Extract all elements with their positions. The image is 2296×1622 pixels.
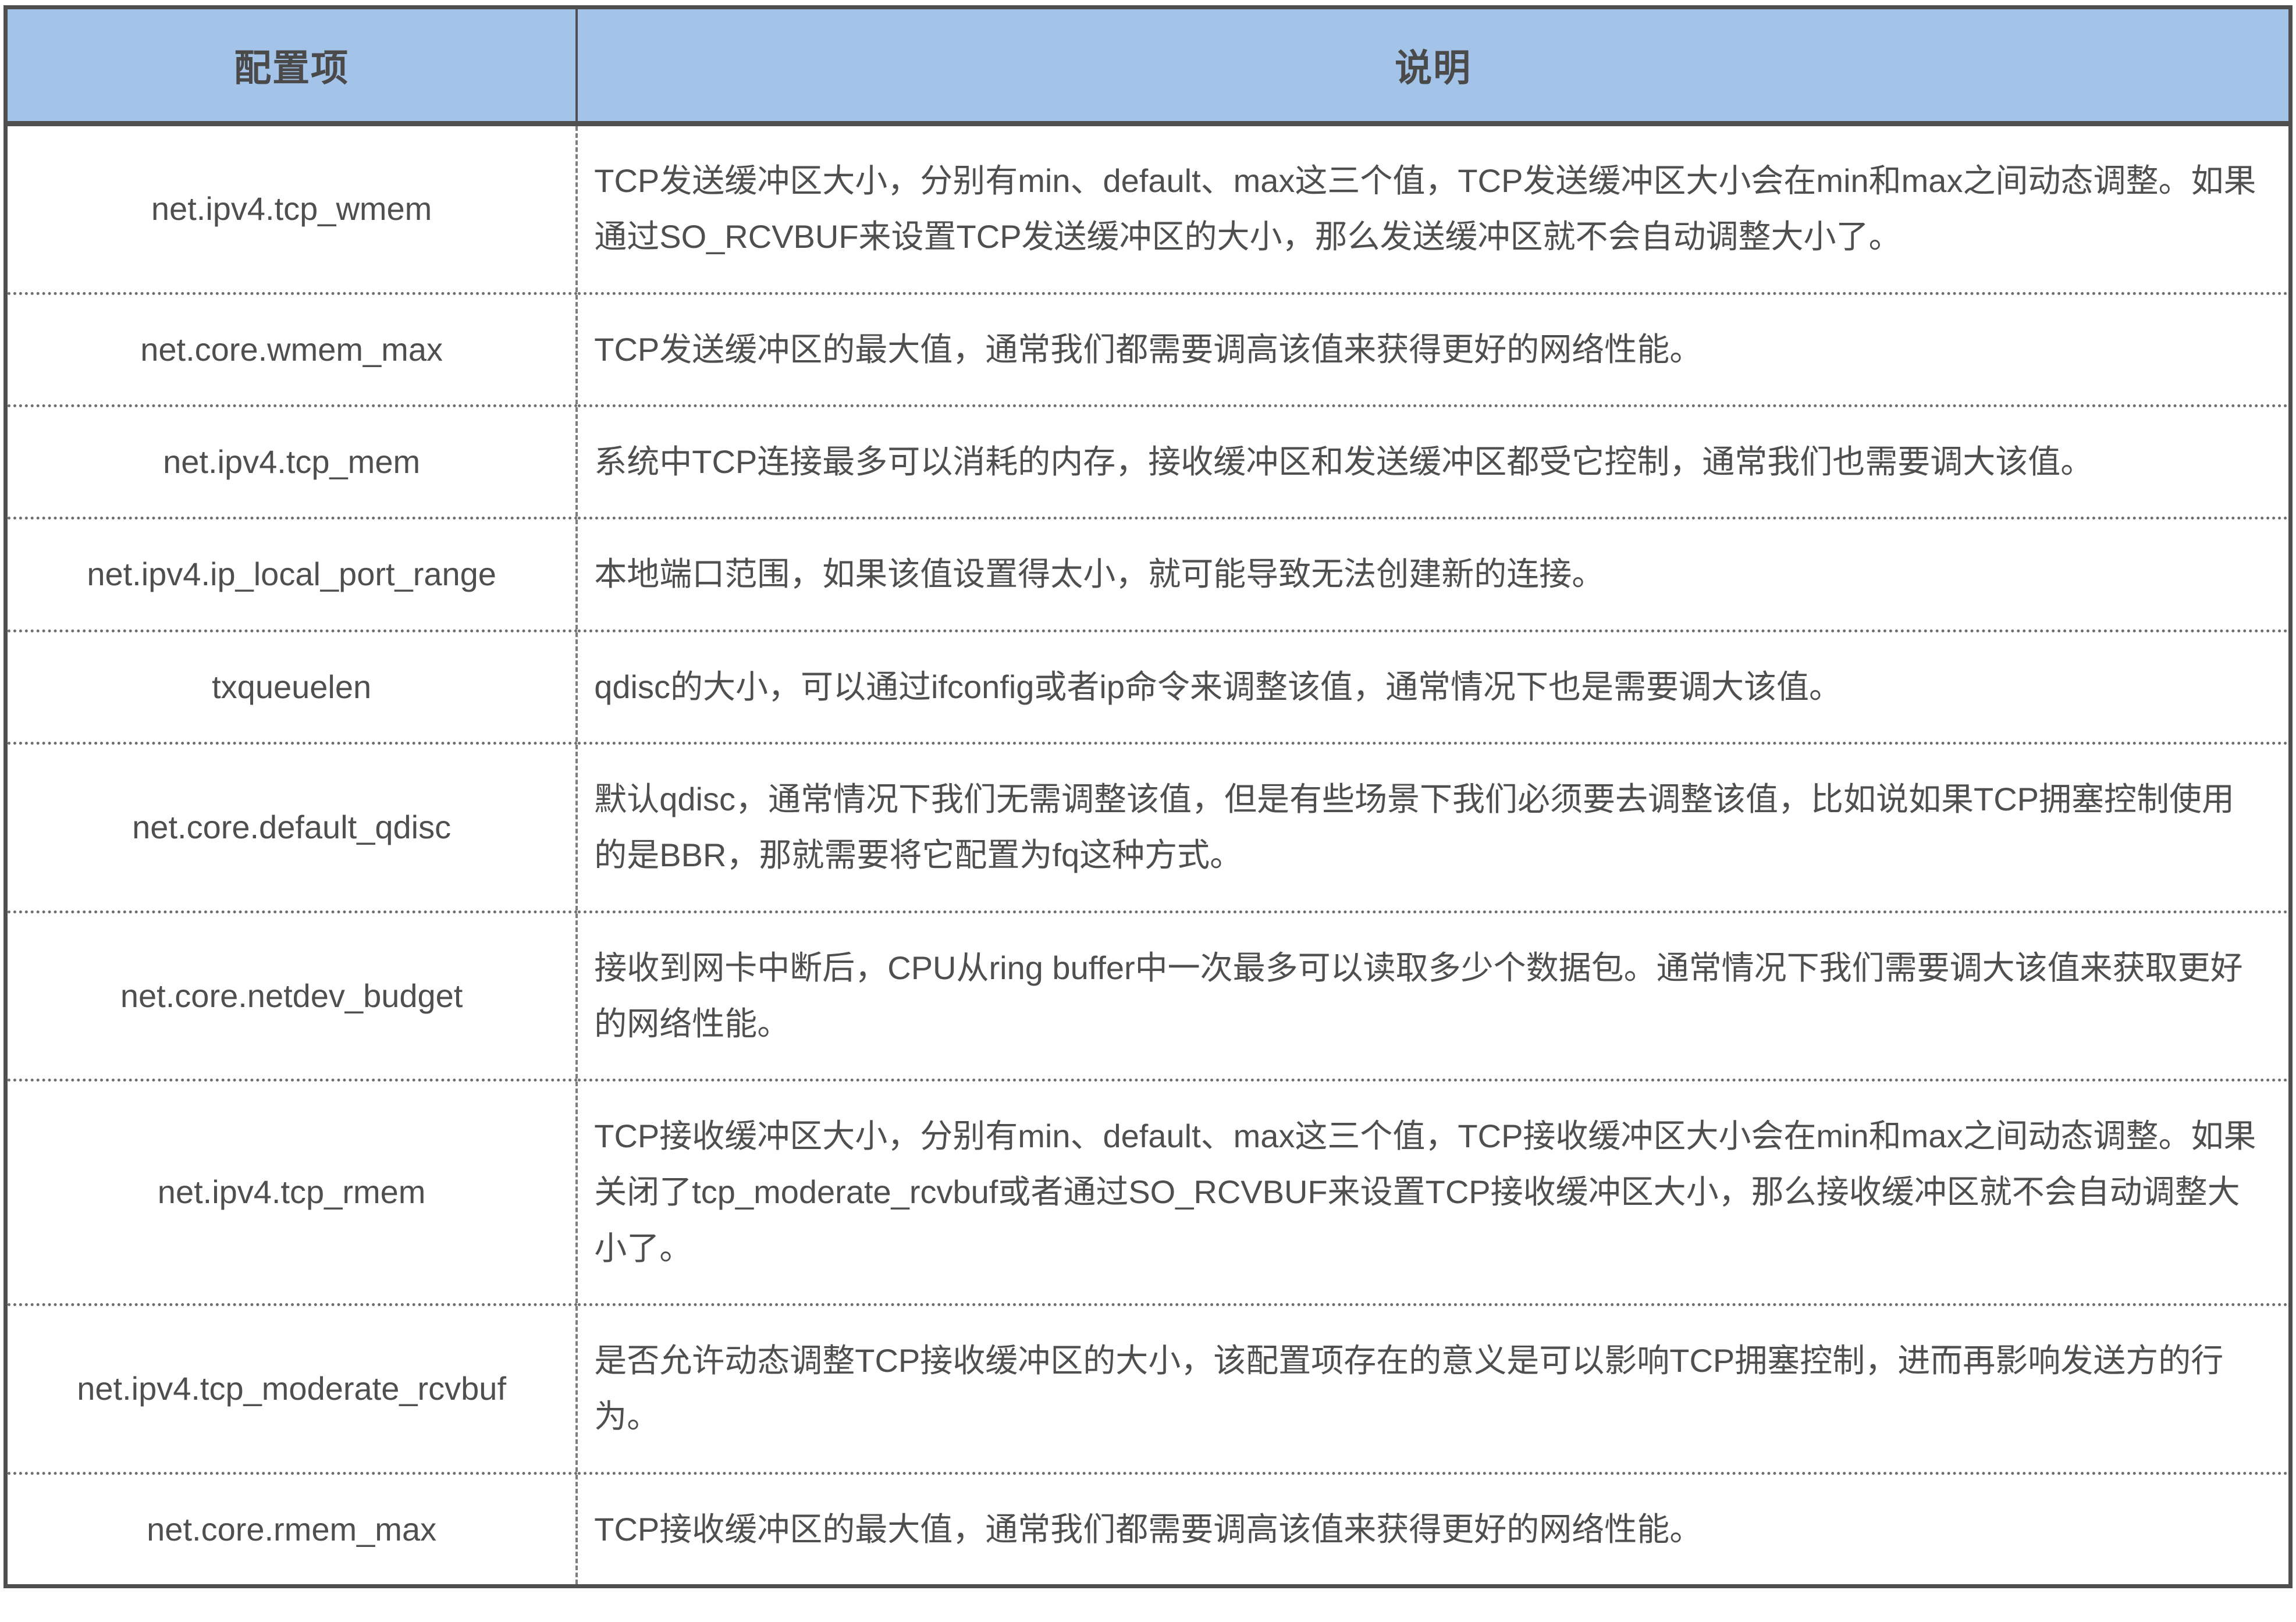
table-row: net.ipv4.tcp_mem 系统中TCP连接最多可以消耗的内存，接收缓冲区… — [6, 406, 2291, 518]
config-item-cell: net.core.default_qdisc — [6, 743, 577, 912]
description-cell: 系统中TCP连接最多可以消耗的内存，接收缓冲区和发送缓冲区都受它控制，通常我们也… — [577, 406, 2290, 518]
table-header: 配置项 说明 — [6, 8, 2291, 124]
description-cell: TCP接收缓冲区大小，分别有min、default、max这三个值，TCP接收缓… — [577, 1080, 2290, 1305]
description-cell: 本地端口范围，如果该值设置得太小，就可能导致无法创建新的连接。 — [577, 518, 2290, 631]
table-row: net.core.rmem_max TCP接收缓冲区的最大值，通常我们都需要调高… — [6, 1473, 2291, 1586]
config-item-cell: net.ipv4.ip_local_port_range — [6, 518, 577, 631]
description-cell: 接收到网卡中断后，CPU从ring buffer中一次最多可以读取多少个数据包。… — [577, 912, 2290, 1080]
column-header-config-item: 配置项 — [6, 8, 577, 124]
config-item-cell: net.ipv4.tcp_wmem — [6, 124, 577, 294]
table-row: txqueuelen qdisc的大小，可以通过ifconfig或者ip命令来调… — [6, 631, 2291, 743]
config-item-cell: txqueuelen — [6, 631, 577, 743]
description-cell: 是否允许动态调整TCP接收缓冲区的大小，该配置项存在的意义是可以影响TCP拥塞控… — [577, 1305, 2290, 1474]
table-row: net.ipv4.tcp_rmem TCP接收缓冲区大小，分别有min、defa… — [6, 1080, 2291, 1305]
config-item-cell: net.core.netdev_budget — [6, 912, 577, 1080]
description-cell: 默认qdisc，通常情况下我们无需调整该值，但是有些场景下我们必须要去调整该值，… — [577, 743, 2290, 912]
config-item-cell: net.core.rmem_max — [6, 1473, 577, 1586]
config-item-cell: net.ipv4.tcp_rmem — [6, 1080, 577, 1305]
table-row: net.core.default_qdisc 默认qdisc，通常情况下我们无需… — [6, 743, 2291, 912]
column-header-description: 说明 — [577, 8, 2290, 124]
table-row: net.ipv4.tcp_wmem TCP发送缓冲区大小，分别有min、defa… — [6, 124, 2291, 294]
table-row: net.ipv4.ip_local_port_range 本地端口范围，如果该值… — [6, 518, 2291, 631]
description-cell: TCP接收缓冲区的最大值，通常我们都需要调高该值来获得更好的网络性能。 — [577, 1473, 2290, 1586]
config-item-cell: net.ipv4.tcp_mem — [6, 406, 577, 518]
table-row: net.core.netdev_budget 接收到网卡中断后，CPU从ring… — [6, 912, 2291, 1080]
description-cell: TCP发送缓冲区的最大值，通常我们都需要调高该值来获得更好的网络性能。 — [577, 293, 2290, 406]
table-body: net.ipv4.tcp_wmem TCP发送缓冲区大小，分别有min、defa… — [6, 124, 2291, 1587]
sysctl-config-table: 配置项 说明 net.ipv4.tcp_wmem TCP发送缓冲区大小，分别有m… — [3, 5, 2293, 1588]
description-cell: qdisc的大小，可以通过ifconfig或者ip命令来调整该值，通常情况下也是… — [577, 631, 2290, 743]
config-item-cell: net.core.wmem_max — [6, 293, 577, 406]
config-item-cell: net.ipv4.tcp_moderate_rcvbuf — [6, 1305, 577, 1474]
header-row: 配置项 说明 — [6, 8, 2291, 124]
description-cell: TCP发送缓冲区大小，分别有min、default、max这三个值，TCP发送缓… — [577, 124, 2290, 294]
table-row: net.ipv4.tcp_moderate_rcvbuf 是否允许动态调整TCP… — [6, 1305, 2291, 1474]
table-row: net.core.wmem_max TCP发送缓冲区的最大值，通常我们都需要调高… — [6, 293, 2291, 406]
